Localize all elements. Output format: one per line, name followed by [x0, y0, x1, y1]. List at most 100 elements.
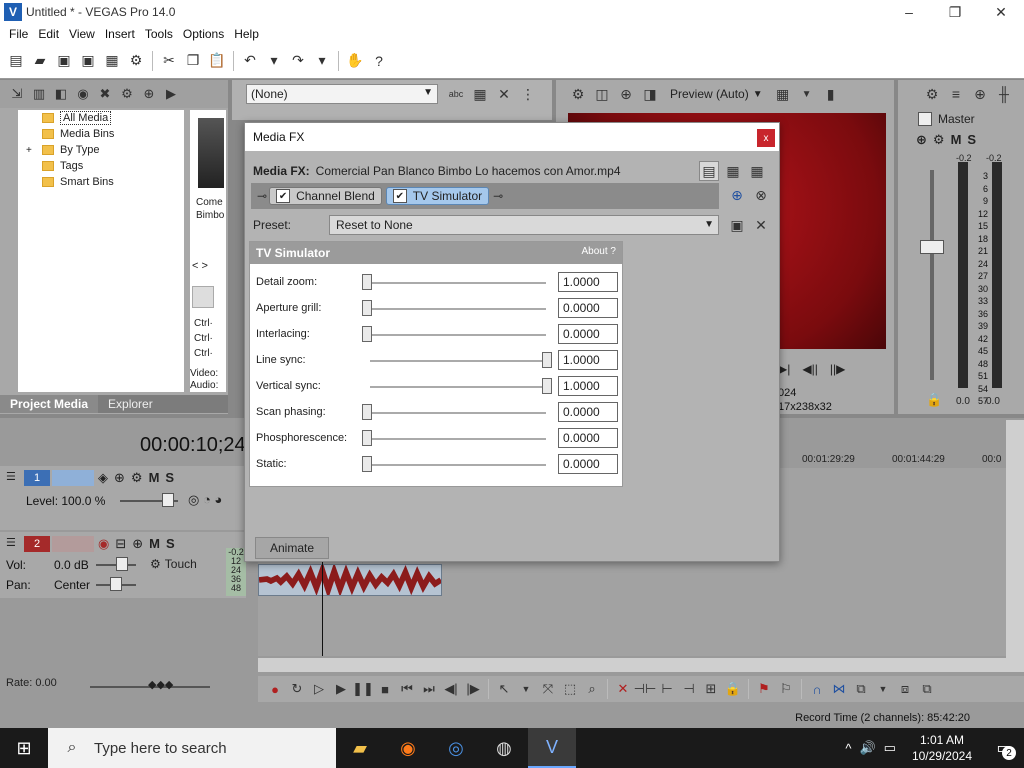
media-thumbnail[interactable] [198, 118, 224, 188]
play-frame-icon[interactable]: ||▶ [830, 362, 845, 376]
param-slider-track[interactable] [370, 386, 546, 388]
menu-file[interactable]: File [4, 27, 33, 41]
restore-button[interactable]: ❐ [932, 0, 978, 24]
param-slider-knob[interactable] [542, 378, 552, 394]
chain-item-tv-simulator[interactable]: ✔ TV Simulator [385, 187, 490, 205]
ignore-grouping-icon[interactable]: ⧉ [918, 680, 936, 698]
track-fx-icon[interactable]: ⊕ [114, 470, 125, 486]
notifications-icon[interactable]: ▭ 2 [984, 728, 1024, 768]
audio-track-header[interactable]: ☰ 2 ◉ ⊟ ⊕ M S Vol: 0.0 dB ⚙ Touch Pan: C… [0, 532, 246, 598]
track-mute-button[interactable]: M [149, 470, 160, 486]
abc-icon[interactable]: abc [446, 84, 466, 104]
param-slider-track[interactable] [370, 334, 546, 336]
motion-blur-icon[interactable]: ◎ ◔ ◕ [188, 492, 222, 508]
param-slider-knob[interactable] [362, 300, 372, 316]
video-track-header[interactable]: ☰ 1 ◈ ⊕ ⚙ M S Level: 100.0 % ◎ ◔ ◕ [0, 466, 246, 530]
param-value-input[interactable]: 0.0000 [558, 324, 618, 344]
grid-icon[interactable]: ▦ [470, 84, 490, 104]
menu-options[interactable]: Options [178, 27, 229, 41]
track-settings-icon[interactable]: ⚙ [131, 470, 143, 486]
play-from-start-icon[interactable]: ▷ [310, 680, 328, 698]
remove-plugin-icon[interactable]: ⊗ [751, 185, 771, 205]
properties-gear-icon[interactable]: ⚙ [126, 51, 146, 71]
tab-project-media[interactable]: Project Media [0, 395, 99, 413]
animate-button[interactable]: Animate [255, 537, 329, 559]
normal-edit-tool-icon[interactable]: ↖ [495, 680, 513, 698]
undo-icon[interactable]: ↶ [240, 51, 260, 71]
tab-explorer[interactable]: Explorer [98, 397, 163, 411]
stop-icon[interactable]: ■ [376, 680, 394, 698]
record-icon[interactable]: ● [266, 680, 284, 698]
master-settings-icon[interactable]: ⚙ [922, 84, 942, 104]
track-fx-icon[interactable]: ⊕ [132, 536, 143, 552]
save-icon[interactable]: ▣ [54, 51, 74, 71]
param-value-input[interactable]: 0.0000 [558, 428, 618, 448]
tree-item-smart-bins[interactable]: Smart Bins [18, 174, 184, 190]
master-bus-icon[interactable] [918, 112, 932, 126]
preview-fx-icon[interactable]: ⊕ [616, 84, 636, 104]
param-slider-knob[interactable] [362, 274, 372, 290]
master-fx-chain-icon[interactable]: ⊕ [916, 132, 927, 148]
pan-slider-knob[interactable] [110, 577, 122, 591]
param-slider-knob[interactable] [362, 404, 372, 420]
playhead-cursor[interactable] [322, 560, 323, 656]
media-properties-icon[interactable]: ⚙ [118, 84, 136, 104]
checkbox-checked-icon[interactable]: ✔ [276, 189, 291, 203]
master-mute-button[interactable]: M [951, 132, 962, 148]
tree-item-by-type[interactable]: + By Type [18, 142, 184, 158]
insert-region-icon[interactable]: ⚐ [777, 680, 795, 698]
save-preset-icon[interactable]: ▣ [727, 215, 747, 235]
fx-filter-dropdown[interactable]: (None) ▼ [246, 84, 438, 104]
menu-view[interactable]: View [64, 27, 100, 41]
automation-gear-icon[interactable]: ⚙ [150, 557, 161, 571]
taskbar-clock[interactable]: 1:01 AM 10/29/2024 [912, 732, 972, 764]
close-button[interactable]: ✕ [978, 0, 1024, 24]
selection-tool-icon[interactable]: ⬚ [561, 680, 579, 698]
windows-start-icon[interactable]: ⊞ [0, 728, 48, 768]
arm-record-icon[interactable]: ◉ [98, 536, 109, 552]
menu-tools[interactable]: Tools [140, 27, 178, 41]
preview-split-icon[interactable]: ◫ [592, 84, 612, 104]
param-slider-track[interactable] [370, 438, 546, 440]
master-downmix-icon[interactable]: ≡ [946, 84, 966, 104]
param-slider-knob[interactable] [362, 326, 372, 342]
chevron-down-icon[interactable]: ▼ [874, 680, 892, 698]
param-slider-track[interactable] [370, 412, 546, 414]
track-mute-button[interactable]: M [149, 536, 160, 552]
track-solo-button[interactable]: S [165, 470, 174, 486]
preview-quality-dropdown[interactable]: Preview (Auto) [670, 87, 749, 101]
trim-start-icon[interactable]: ⊢ [658, 680, 676, 698]
param-value-input[interactable]: 1.0000 [558, 376, 618, 396]
timeline-horizontal-scrollbar[interactable] [258, 658, 1024, 672]
grid-view-icon[interactable]: ▦ [747, 161, 767, 181]
thumb-tool-icon[interactable] [192, 286, 214, 308]
lock-icon[interactable]: 🔒 [926, 392, 942, 408]
dialog-close-button[interactable]: x [757, 129, 775, 147]
level-slider-knob[interactable] [162, 493, 174, 507]
auto-crossfade-icon[interactable]: ⋈ [830, 680, 848, 698]
save-as-icon[interactable]: ▣ [78, 51, 98, 71]
delete-preset-icon[interactable]: ✕ [751, 215, 771, 235]
go-to-start-icon[interactable]: ⏮ [398, 680, 416, 698]
preview-external-icon[interactable]: ◨ [640, 84, 660, 104]
render-icon[interactable]: ▦ [102, 51, 122, 71]
panel-menu-icon[interactable]: ⋮ [518, 84, 538, 104]
preset-dropdown[interactable]: Reset to None ▼ [329, 215, 719, 235]
pause-icon[interactable]: ❚❚ [352, 680, 374, 698]
master-settings-gear-icon[interactable]: ⚙ [933, 132, 945, 148]
track-expand-icon[interactable]: ☰ [6, 536, 16, 549]
audio-event-clip[interactable] [258, 564, 442, 596]
import-media-icon[interactable]: ⇲ [8, 84, 26, 104]
lock-icon[interactable]: ⧈ [896, 680, 914, 698]
master-link-icon[interactable]: ╫ [994, 84, 1014, 104]
param-slider-track[interactable] [370, 360, 546, 362]
track-name-field[interactable] [52, 536, 94, 552]
tree-item-all-media[interactable]: All Media [18, 110, 184, 126]
master-fader-track[interactable] [930, 170, 934, 380]
whats-this-help-icon[interactable]: ? [369, 51, 389, 71]
track-name-field[interactable] [52, 470, 94, 486]
copy-snapshot-icon[interactable]: ▮ [821, 84, 841, 104]
param-slider-track[interactable] [370, 464, 546, 466]
param-value-input[interactable]: 1.0000 [558, 272, 618, 292]
param-value-input[interactable]: 1.0000 [558, 350, 618, 370]
